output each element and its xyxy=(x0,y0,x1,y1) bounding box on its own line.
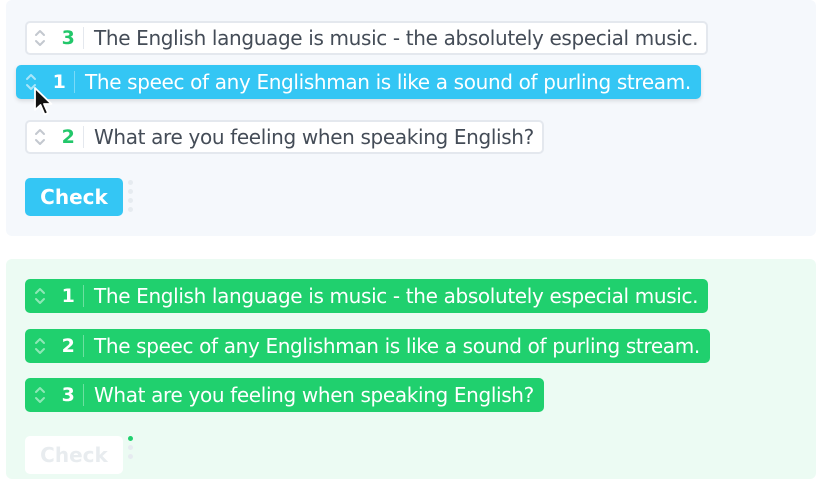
sortable-card-correct[interactable]: 3 What are you feeling when speaking Eng… xyxy=(25,378,544,412)
drag-dots xyxy=(128,180,134,216)
card-order-number: 2 xyxy=(53,335,84,357)
check-button-disabled: Check xyxy=(25,436,123,474)
sort-handle-icon[interactable] xyxy=(27,331,53,361)
card-order-number: 3 xyxy=(53,27,84,49)
drag-dots xyxy=(128,436,134,463)
sort-handle-icon[interactable] xyxy=(27,122,53,152)
sortable-card[interactable]: 2 What are you feeling when speaking Eng… xyxy=(25,120,544,154)
sort-handle-icon[interactable] xyxy=(27,380,53,410)
sortable-card-selected[interactable]: 1 The speec of any Englishman is like a … xyxy=(16,65,701,99)
card-text: The English language is music - the abso… xyxy=(94,26,699,50)
card-text: What are you feeling when speaking Engli… xyxy=(94,125,534,149)
sort-handle-icon[interactable] xyxy=(27,281,53,311)
card-text: The English language is music - the abso… xyxy=(94,284,699,308)
sortable-card-correct[interactable]: 2 The speec of any Englishman is like a … xyxy=(25,329,710,363)
card-order-number: 2 xyxy=(53,126,84,148)
sort-handle-icon[interactable] xyxy=(27,23,53,53)
check-button[interactable]: Check xyxy=(25,178,123,216)
card-text: The speec of any Englishman is like a so… xyxy=(94,334,700,358)
card-text: What are you feeling when speaking Engli… xyxy=(94,383,534,407)
sortable-card-correct[interactable]: 1 The English language is music - the ab… xyxy=(25,279,709,313)
sortable-card[interactable]: 3 The English language is music - the ab… xyxy=(25,21,709,55)
card-text: The speec of any Englishman is like a so… xyxy=(85,70,691,94)
card-order-number: 3 xyxy=(53,384,84,406)
mouse-pointer-icon xyxy=(34,87,53,116)
card-order-number: 1 xyxy=(53,285,84,307)
